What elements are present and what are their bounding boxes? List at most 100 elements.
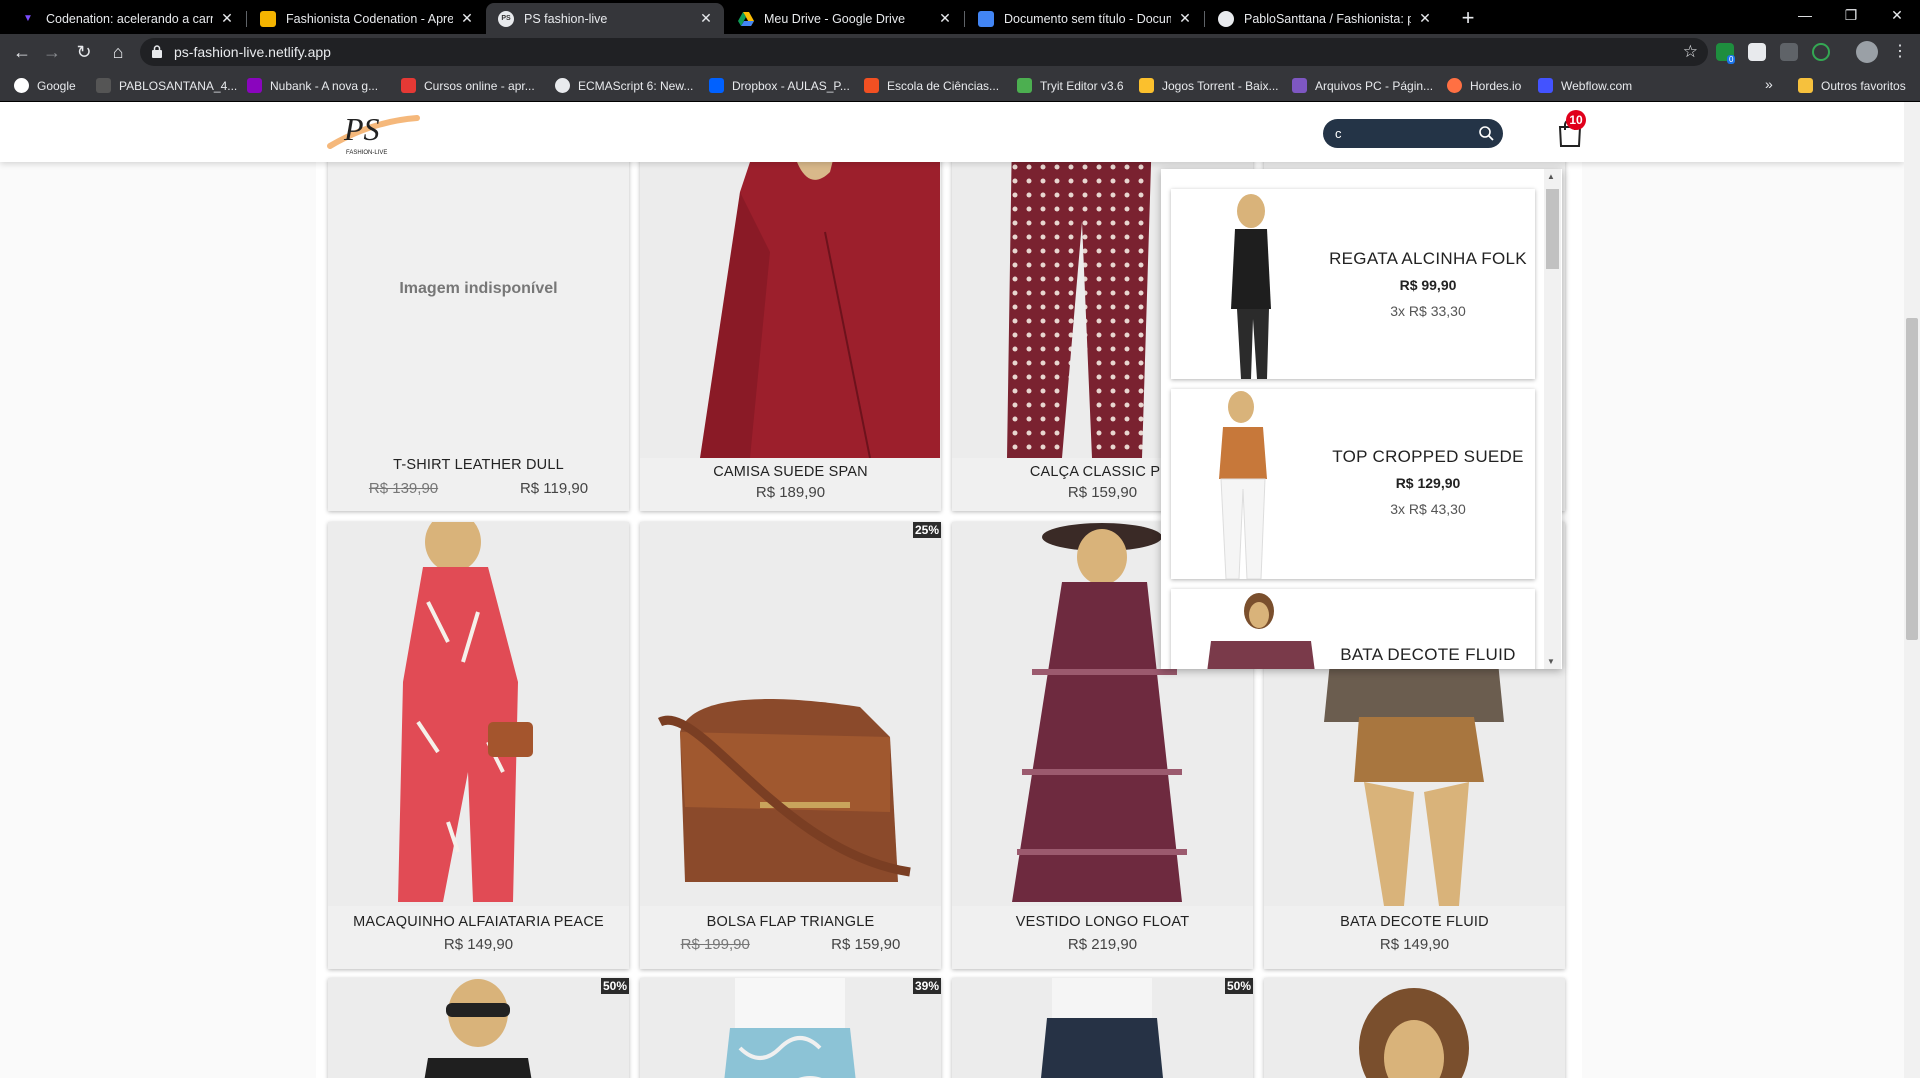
logo[interactable]: PS FASHION-LIVE	[322, 106, 422, 158]
page-scrollbar-thumb[interactable]	[1906, 318, 1918, 640]
notes-extension-icon[interactable]	[1748, 43, 1766, 61]
tab-title: Meu Drive - Google Drive	[764, 11, 906, 26]
search-input[interactable]	[1335, 124, 1475, 142]
address-bar[interactable]: ps-fashion-live.netlify.app ☆	[140, 38, 1708, 66]
microsoft-icon	[864, 78, 879, 93]
product-old-price: R$ 139,90	[368, 480, 439, 497]
image-unavailable-text: Imagem indisponível	[399, 280, 558, 297]
result-image	[1171, 589, 1321, 669]
scroll-down-arrow-icon[interactable]: ▼	[1547, 657, 1555, 666]
bookmarks-overflow-button[interactable]: »	[1765, 76, 1773, 92]
minimize-button[interactable]: —	[1782, 0, 1828, 30]
product-name: VESTIDO LONGO FLOAT	[1015, 914, 1190, 930]
search-results-dropdown: REGATA ALCINHA FOLK R$ 99,90 3x R$ 33,30…	[1161, 169, 1562, 669]
code-extension-icon[interactable]	[1780, 43, 1798, 61]
bookmark-label: Arquivos PC - Págin...	[1315, 78, 1434, 93]
tab-title: PS fashion-live	[524, 11, 608, 26]
tab-title: Documento sem título - Documentos	[1004, 11, 1171, 26]
bookmark-label: PABLOSANTANA_4...	[119, 78, 238, 93]
avatar[interactable]	[1856, 41, 1878, 63]
tab-google-docs[interactable]: Documento sem título - Documentos ✕	[966, 3, 1203, 34]
bookmark-label: Nubank - A nova g...	[270, 78, 379, 93]
product-old-price: R$ 199,90	[680, 936, 750, 953]
restore-button[interactable]: ❐	[1828, 0, 1874, 30]
close-window-button[interactable]: ✕	[1874, 0, 1920, 30]
search-result-item[interactable]: REGATA ALCINHA FOLK R$ 99,90 3x R$ 33,30	[1171, 189, 1535, 379]
product-image	[328, 522, 629, 906]
dropbox-icon	[709, 78, 724, 93]
browser-tab-strip: ▼ Codenation: acelerando a carreira ✕ Fa…	[0, 0, 1920, 34]
target-extension-icon[interactable]	[1812, 43, 1830, 61]
bookmark-cursos-online[interactable]: Cursos online - apr...	[401, 78, 535, 93]
extension-badge: 0	[1727, 55, 1736, 64]
results-scrollbar-thumb[interactable]	[1546, 189, 1559, 269]
tab-github[interactable]: PabloSanttana / Fashionista: projeto ✕	[1206, 3, 1443, 34]
webflow-icon	[1538, 78, 1553, 93]
product-prices: R$ 219,90	[952, 936, 1253, 953]
result-price: R$ 99,90	[1399, 277, 1457, 293]
bookmark-tryit[interactable]: Tryit Editor v3.6	[1017, 78, 1124, 93]
product-price: R$ 189,90	[755, 484, 826, 501]
product-image	[952, 978, 1253, 1078]
product-prices: R$ 189,90	[640, 484, 941, 501]
product-card[interactable]: CAMISA SUEDE SPAN R$ 189,90	[640, 132, 941, 511]
product-card[interactable]: Imagem indisponível T-SHIRT LEATHER DULL…	[328, 132, 629, 511]
product-image	[328, 978, 629, 1078]
result-name: BATA DECOTE FLUID	[1340, 645, 1516, 664]
product-card[interactable]: 50%	[952, 978, 1253, 1078]
menu-icon[interactable]: ⋮	[1886, 38, 1914, 66]
bookmark-pablosantana[interactable]: PABLOSANTANA_4...	[96, 78, 237, 93]
bookmark-nubank[interactable]: Nubank - A nova g...	[247, 78, 378, 93]
search-icon[interactable]	[1478, 125, 1495, 142]
product-card[interactable]: 25% BOLSA FLAP TRIANGLE R$ 199,90 R$ 159…	[640, 522, 941, 969]
tab-title: Fashionista Codenation - Apresentação	[286, 11, 453, 26]
discount-badge: 39%	[912, 978, 941, 994]
bookmark-hordes[interactable]: Hordes.io	[1447, 78, 1521, 93]
product-prices: R$ 149,90	[1264, 936, 1565, 953]
close-icon[interactable]: ✕	[219, 10, 235, 27]
close-icon[interactable]: ✕	[698, 10, 714, 27]
tab-google-drive[interactable]: Meu Drive - Google Drive ✕	[726, 3, 963, 34]
bookmark-star-icon[interactable]: ☆	[1683, 42, 1698, 62]
bookmark-webflow[interactable]: Webflow.com	[1538, 78, 1632, 93]
tab-ps-fashion-live[interactable]: PS PS fashion-live ✕	[486, 3, 724, 34]
tab-title: Codenation: acelerando a carreira	[46, 11, 213, 26]
bookmark-arquivos-pc[interactable]: Arquivos PC - Págin...	[1292, 78, 1433, 93]
bookmark-ecmascript[interactable]: ECMAScript 6: New...	[555, 78, 693, 93]
scroll-up-arrow-icon[interactable]: ▲	[1547, 172, 1555, 181]
page-viewport: Imagem indisponível T-SHIRT LEATHER DULL…	[0, 102, 1904, 1078]
google-icon	[14, 78, 29, 93]
new-tab-button[interactable]: +	[1454, 4, 1482, 32]
close-icon[interactable]: ✕	[1177, 10, 1193, 27]
bookmark-escola-ciencias[interactable]: Escola de Ciências...	[864, 78, 999, 93]
back-button[interactable]: ←	[8, 38, 36, 66]
product-card[interactable]: 50%	[328, 978, 629, 1078]
bookmark-google[interactable]: Google	[14, 78, 76, 93]
w3schools-icon	[1017, 78, 1032, 93]
bookmark-label: Outros favoritos	[1821, 78, 1906, 93]
close-icon[interactable]: ✕	[937, 10, 953, 27]
search-result-item[interactable]: TOP CROPPED SUEDE R$ 129,90 3x R$ 43,30	[1171, 389, 1535, 579]
result-name: TOP CROPPED SUEDE	[1332, 447, 1524, 466]
forward-button[interactable]: →	[38, 38, 66, 66]
product-price: R$ 149,90	[443, 936, 514, 953]
result-installments: 3x R$ 43,30	[1390, 501, 1466, 517]
other-bookmarks-folder[interactable]: Outros favoritos	[1798, 78, 1906, 93]
lock-icon	[152, 45, 162, 58]
gamepad-icon	[1139, 78, 1154, 93]
tab-codenation[interactable]: ▼ Codenation: acelerando a carreira ✕	[8, 3, 245, 34]
product-card[interactable]: 39%	[640, 978, 941, 1078]
home-button[interactable]: ⌂	[104, 38, 132, 66]
close-icon[interactable]: ✕	[1417, 10, 1433, 27]
bookmark-jogos-torrent[interactable]: Jogos Torrent - Baix...	[1139, 78, 1279, 93]
tab-title: PabloSanttana / Fashionista: projeto	[1244, 11, 1411, 26]
product-card[interactable]	[1264, 978, 1565, 1078]
search-result-item[interactable]: BATA DECOTE FLUID	[1171, 589, 1535, 669]
close-icon[interactable]: ✕	[459, 10, 475, 27]
arquivos-icon	[1292, 78, 1307, 93]
result-image	[1171, 389, 1321, 579]
tab-fashionista-slides[interactable]: Fashionista Codenation - Apresentação ✕	[248, 3, 485, 34]
product-card[interactable]: MACAQUINHO ALFAIATARIA PEACE R$ 149,90	[328, 522, 629, 969]
bookmark-dropbox[interactable]: Dropbox - AULAS_P...	[709, 78, 850, 93]
reload-button[interactable]: ↻	[70, 38, 98, 66]
